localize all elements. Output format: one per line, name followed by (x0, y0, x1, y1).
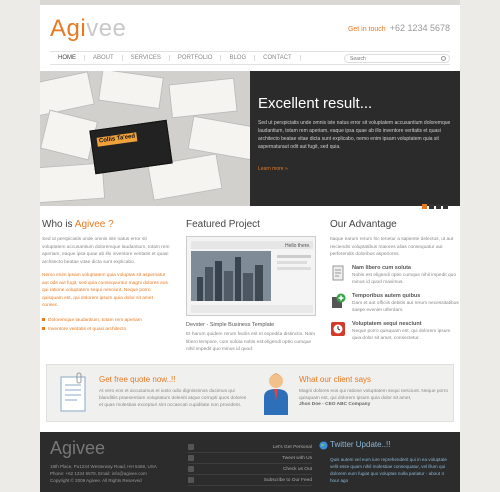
featured-image[interactable]: Hello there. (186, 236, 316, 316)
hero-image: Collis Ta'eed (40, 71, 250, 206)
twitter-title: Twitter Update..!! (330, 440, 391, 449)
rss-icon (188, 477, 194, 483)
slider-dot[interactable] (429, 204, 434, 209)
quote-band: Get free quote now..!! At vero eos et ac… (46, 364, 454, 422)
nav-contact[interactable]: CONTACT (255, 55, 301, 61)
slider-pager (422, 204, 448, 209)
featured-title: Featured Project (186, 219, 260, 230)
slider-dot[interactable] (443, 204, 448, 209)
footer-logo-part-b: vee (76, 438, 106, 458)
social-link-label: Subscribe to Our Feed (263, 477, 312, 483)
featured-text: Et harum quidem rerum facilis est et exp… (186, 332, 316, 352)
social-link-label: Let's Get Personal (272, 444, 312, 450)
contact-phone: +62 1234 5678 (389, 23, 450, 33)
footer-logo-part-a: Agi (50, 438, 77, 458)
quote-document-icon (60, 372, 86, 412)
hero-text: Sed ut perspiciatis unde omnis iste natu… (258, 120, 451, 150)
advantage-item: Voluptatem sequi nesciunt Neque porro qui… (330, 321, 460, 343)
advantage-item-title: Temporibus autem quibus (352, 292, 421, 299)
advantage-item-title: Voluptatem sequi nesciunt (352, 320, 422, 327)
bullet-icon (42, 326, 45, 330)
hero-learn-more[interactable]: Learn more » (258, 166, 288, 172)
list-item[interactable]: Inventore veritatis et quasi architecto (42, 325, 170, 334)
social-link-twitter[interactable]: Tweet with Us (188, 453, 312, 464)
contact-label: Get in touch (347, 26, 386, 33)
who-title: Who is Agivee ? (42, 219, 170, 230)
quote-text: At vero eos et accusamus et iusto odio d… (99, 389, 247, 408)
clients-author: Jhon Doe - CEO ABC Company (299, 402, 371, 407)
bullet-icon (42, 317, 45, 321)
main-nav: HOME ABOUT SERVICES PORTFOLIO BLOG CONTA… (50, 51, 450, 65)
logo-part-b: vee (86, 15, 127, 42)
twitter-text: Quis autem vel eum iure reprehenderit qu… (330, 457, 447, 483)
list-item-text: Inventore veritatis et quasi architecto (48, 326, 127, 332)
advantage-item: Nam libero cum soluta Nobis est eligendi … (330, 265, 460, 287)
featured-project-title[interactable]: Devster - Simple Business Template (186, 322, 316, 328)
social-link-flickr[interactable]: Check us Out (188, 464, 312, 475)
slider-dot[interactable] (422, 204, 427, 209)
contact-info: Get in touch +62 1234 5678 (348, 23, 450, 33)
footer-social-list: Let's Get Personal Tweet with Us Check u… (188, 442, 312, 486)
who-paragraph: Nemo enim ipsam voluptatem quia voluptas… (42, 273, 168, 308)
nav-services[interactable]: SERVICES (123, 55, 170, 61)
featured-image-label: Hello there. (285, 243, 311, 249)
advantage-item: Temporibus autem quibus Dam et aut offici… (330, 293, 460, 315)
slider-dot[interactable] (436, 204, 441, 209)
logo-part-a: Agi (50, 15, 87, 42)
list-item-text: Doloremque laudantium, totam rem aperiam (48, 317, 142, 323)
hero-card-shape (187, 115, 250, 161)
who-section: Who is Agivee ? Sed ut perspiciatis unde… (40, 219, 170, 334)
hero-card-shape (168, 77, 238, 119)
advantage-intro: Itaque earum rerum hic tenetur a sapient… (330, 237, 454, 257)
social-link-label: Tweet with Us (282, 455, 312, 461)
who-title-a: Who is (42, 219, 75, 230)
facebook-icon (188, 444, 194, 450)
globe-icon (319, 441, 328, 450)
footer-address: 18th Place, Pu1234 Westerway Road, HH 54… (50, 464, 157, 483)
site-logo[interactable]: Agivee (50, 17, 126, 41)
advantage-title: Our Advantage (330, 219, 397, 230)
nav-blog[interactable]: BLOG (221, 55, 256, 61)
document-icon (332, 265, 344, 280)
featured-section: Featured Project Hello there. Devster - (186, 219, 316, 360)
footer-logo[interactable]: Agivee (50, 438, 105, 458)
clients-title: What our client says (299, 375, 372, 384)
advantage-item-text: Dam et aut officiis debitis aut rerum ne… (352, 300, 459, 314)
social-link-label: Check us Out (282, 466, 312, 472)
hero-title: Excellent result... (258, 95, 373, 112)
advantage-item-title: Nam libero cum soluta (352, 264, 411, 271)
twitter-icon (188, 455, 194, 461)
who-list: Doloremque laudantium, totam rem aperiam… (42, 316, 170, 334)
who-title-b: Agivee ? (74, 219, 114, 230)
page: Agivee Get in touch +62 1234 5678 HOME AB… (40, 5, 460, 492)
nav-about[interactable]: ABOUT (85, 55, 123, 61)
social-link-rss[interactable]: Subscribe to Our Feed (188, 475, 312, 486)
quote-title[interactable]: Get free quote now..!! (99, 375, 176, 384)
search-input[interactable] (344, 54, 450, 63)
hero-card-shape (98, 71, 164, 110)
search-icon[interactable] (441, 56, 446, 61)
plus-icon (332, 293, 346, 308)
advantage-section: Our Advantage Itaque earum rerum hic ten… (330, 219, 460, 349)
flickr-icon (188, 466, 194, 472)
advantage-item-text: Nobis est eligendi optio cumque nihil im… (352, 272, 456, 286)
nav-home[interactable]: HOME (50, 55, 85, 61)
clients-text: Magni dolores eos qui ratione voluptatem… (299, 389, 449, 401)
nav-portfolio[interactable]: PORTFOLIO (170, 55, 222, 61)
advantage-item-text: Neque porro quisquam est, qui dolorem ip… (352, 328, 451, 342)
clock-icon (331, 321, 345, 336)
footer: Agivee 18th Place, Pu1234 Westerway Road… (40, 432, 460, 492)
list-item[interactable]: Doloremque laudantium, totam rem aperiam (42, 316, 170, 325)
who-paragraph: Sed ut perspiciatis unde omnis iste natu… (42, 237, 170, 265)
person-icon (264, 373, 288, 415)
hero-slider: Collis Ta'eed Excellent result... Sed ut… (40, 71, 460, 206)
social-link-facebook[interactable]: Let's Get Personal (188, 442, 312, 453)
